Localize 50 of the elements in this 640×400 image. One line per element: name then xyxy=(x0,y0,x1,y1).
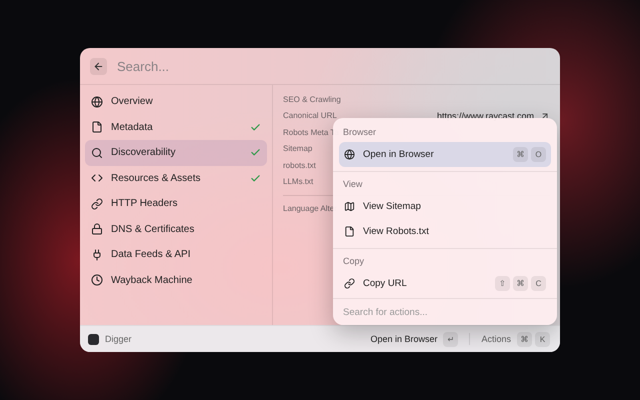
search-field[interactable]: Search... xyxy=(115,58,550,74)
sidebar-item[interactable]: Metadata xyxy=(85,114,267,140)
globe-icon xyxy=(344,149,355,160)
keyboard-key: ⌘ xyxy=(513,276,528,291)
sidebar-item[interactable]: Resources & Assets xyxy=(85,166,267,191)
actions-button[interactable]: Actions ⌘ K xyxy=(479,332,552,346)
external-link-icon[interactable] xyxy=(540,110,550,121)
globe-icon xyxy=(91,96,103,108)
primary-action-button[interactable]: Open in Browser ↵ xyxy=(368,332,460,346)
action-item[interactable]: View Sitemap xyxy=(339,194,551,219)
document-icon xyxy=(91,121,103,134)
keyboard-key: O xyxy=(531,147,546,162)
sidebar-item[interactable]: Wayback Machine xyxy=(85,268,267,293)
plug-icon xyxy=(91,248,103,261)
search-icon xyxy=(91,146,103,159)
keyboard-key: C xyxy=(531,276,546,291)
back-button[interactable] xyxy=(90,58,107,74)
sidebar-item[interactable]: Data Feeds & API xyxy=(85,242,267,268)
link-icon xyxy=(91,198,103,210)
link-icon xyxy=(344,278,355,289)
actions-search-field[interactable]: Search for actions... xyxy=(333,298,557,325)
section-title: Browser xyxy=(342,126,378,139)
action-item[interactable]: Open in Browser ⌘ O xyxy=(339,142,551,167)
map-icon xyxy=(344,201,355,212)
app-icon xyxy=(88,334,99,344)
sidebar-item[interactable]: Discoverability xyxy=(85,140,267,166)
keyboard-key: K xyxy=(535,332,550,346)
lock-icon xyxy=(91,223,103,236)
keyboard-key: ↵ xyxy=(443,332,458,346)
section-title: Copy xyxy=(342,255,366,268)
detail-label: LLMs.txt xyxy=(283,177,314,186)
keyboard-key: ⌘ xyxy=(517,332,532,346)
action-item[interactable]: View Robots.txt xyxy=(339,219,551,244)
action-item[interactable]: Copy URL ⇧ ⌘ C xyxy=(339,271,551,296)
back-arrow-icon xyxy=(93,60,104,72)
document-icon xyxy=(344,226,355,237)
sidebar-item[interactable]: DNS & Certificates xyxy=(85,216,267,242)
detail-label: Canonical URL xyxy=(283,111,337,120)
keyboard-key: ⌘ xyxy=(513,147,528,162)
detail-value: https://www.raycast.com xyxy=(436,110,534,121)
clock-icon xyxy=(91,274,103,286)
sidebar-item[interactable]: Overview xyxy=(85,89,267,114)
detail-label: Sitemap xyxy=(283,144,312,154)
detail-label: robots.txt xyxy=(283,160,316,170)
section-title: View xyxy=(342,178,364,191)
code-icon xyxy=(91,172,103,184)
app-name: Digger xyxy=(105,334,132,344)
detail-label: SEO & Crawling xyxy=(283,94,341,104)
keyboard-key: ⇧ xyxy=(495,276,510,291)
sidebar-item[interactable]: HTTP Headers xyxy=(85,191,267,216)
